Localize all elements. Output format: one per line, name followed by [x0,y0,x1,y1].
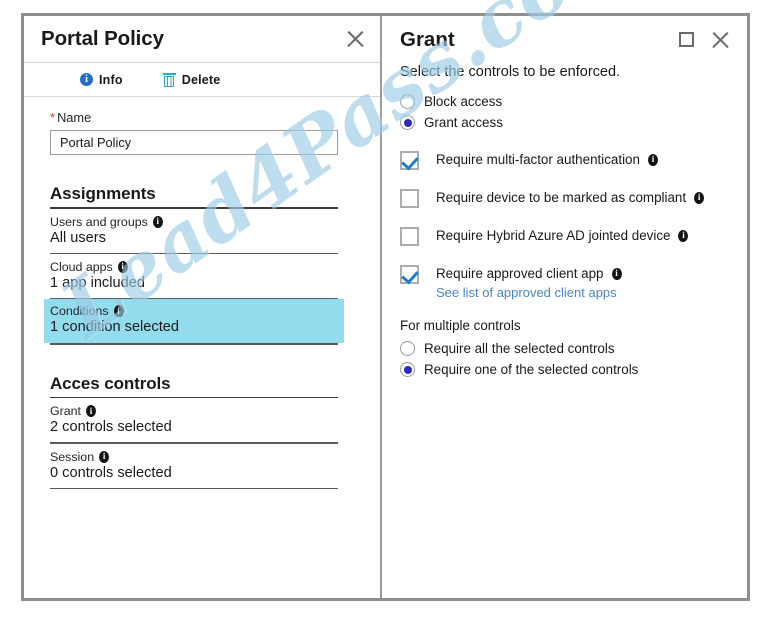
assignment-users-value: All users [50,229,106,246]
access-session-value: 0 controls selected [50,464,172,481]
checkbox-icon-hybrid-azure-ad [400,227,419,246]
delete-button[interactable]: Delete [162,72,221,87]
checkbox-icon-mfa [400,151,419,170]
grant-close-button[interactable] [705,25,735,55]
radio-icon-block-access [400,94,415,109]
grant-body: Select the controls to be enforced. Bloc… [382,64,747,377]
radio-block-access[interactable]: Block access [400,94,737,109]
assignment-row-users-and-groups[interactable]: Users and groups i All users [50,209,338,253]
access-control-row-grant[interactable]: Grant i 2 controls selected [50,398,338,442]
screenshot-root: Portal Policy i Info Delete * Name Porta… [0,0,762,617]
info-icon[interactable]: i [99,450,110,463]
assignment-cloudapps-label: Cloud apps [50,259,113,274]
approved-client-app-group: Require approved client app i See list o… [436,264,622,300]
row-divider [50,487,338,490]
assignment-conditions-label: Conditions [50,304,109,319]
multiple-controls-label: For multiple controls [400,318,521,333]
radio-grant-access[interactable]: Grant access [400,115,737,130]
grant-title-bar: Grant [382,16,747,63]
grant-subtitle: Select the controls to be enforced. [400,64,621,80]
checkbox-row-compliant-device[interactable]: Require device to be marked as compliant… [400,188,737,208]
info-icon[interactable]: i [694,191,705,204]
assignment-conditions-value: 1 condition selected [50,319,179,336]
checkbox-row-approved-client-app[interactable]: Require approved client app i See list o… [400,264,737,300]
checkbox-label-mfa-wrap: Require multi-factor authentication i [436,150,658,169]
access-grant-value: 2 controls selected [50,419,172,436]
assignment-conditions-label-wrap: Conditions i [50,304,344,318]
row-divider [50,343,338,345]
approved-client-apps-link[interactable]: See list of approved client apps [436,285,622,300]
assignment-users-label: Users and groups [50,214,148,229]
grant-title: Grant [400,27,455,51]
name-field-label: * Name [50,110,368,125]
checkbox-label-approved-wrap: Require approved client app i [436,264,622,283]
command-bar: i Info Delete [24,63,380,97]
info-icon[interactable]: i [113,305,124,318]
assignment-row-conditions[interactable]: Conditions i 1 condition selected [44,299,344,344]
access-control-row-session[interactable]: Session i 0 controls selected [50,444,338,488]
access-grant-label: Grant [50,404,81,419]
portal-policy-blade: Portal Policy i Info Delete * Name Porta… [24,16,382,598]
required-asterisk: * [50,110,56,125]
info-button[interactable]: i Info [80,73,123,87]
assignment-cloudapps-value: 1 app included [50,274,145,291]
assignment-cloudapps-label-wrap: Cloud apps i [50,260,338,274]
checkbox-icon-approved-client-app [400,265,419,284]
info-icon[interactable]: i [117,260,128,273]
checkbox-label-mfa: Require multi-factor authentication [436,152,640,167]
info-icon[interactable]: i [152,215,163,228]
info-icon[interactable]: i [647,153,658,166]
radio-require-all[interactable]: Require all the selected controls [400,341,737,356]
portal-policy-title-bar: Portal Policy [24,16,380,63]
radio-icon-require-one [400,362,415,377]
name-input[interactable] [50,130,338,155]
info-icon[interactable]: i [611,267,622,280]
maximize-square-icon [678,32,694,47]
radio-label-grant-access: Grant access [424,115,503,130]
radio-icon-require-all [400,341,415,356]
radio-icon-grant-access [400,115,415,130]
checkbox-row-hybrid-azure-ad[interactable]: Require Hybrid Azure AD jointed device i [400,226,737,246]
grant-blade: Grant Select the controls to be enforced… [382,16,747,598]
delete-button-label: Delete [181,72,221,87]
checkbox-label-compliant-device: Require device to be marked as compliant [436,190,687,205]
info-button-label: Info [99,72,123,87]
radio-require-one[interactable]: Require one of the selected controls [400,362,737,377]
name-label-text: Name [57,110,92,125]
assignment-users-label-wrap: Users and groups i [50,215,338,229]
checkbox-label-compliant-wrap: Require device to be marked as compliant… [436,188,705,207]
trash-icon [162,72,176,87]
info-icon[interactable]: i [678,229,689,242]
access-session-label: Session [50,449,95,464]
info-circle-icon: i [80,73,93,86]
close-icon [345,29,365,49]
controls-checklist: Require multi-factor authentication i Re… [400,150,737,300]
access-grant-label-wrap: Grant i [50,404,338,418]
radio-label-block-access: Block access [424,94,503,109]
page-title: Portal Policy [41,27,164,50]
access-controls-heading: Acces controls [50,373,171,393]
checkbox-label-hybrid-azure-ad: Require Hybrid Azure AD jointed device [436,228,671,243]
maximize-button[interactable] [671,25,701,55]
close-icon [710,30,730,50]
checkbox-label-approved-client-app: Require approved client app [436,266,604,281]
policy-window: Portal Policy i Info Delete * Name Porta… [21,13,750,601]
radio-label-require-all: Require all the selected controls [424,341,615,356]
assignment-row-cloud-apps[interactable]: Cloud apps i 1 app included [50,254,338,298]
checkbox-row-mfa[interactable]: Require multi-factor authentication i [400,150,737,170]
close-button[interactable] [340,24,370,54]
checkbox-label-hybrid-wrap: Require Hybrid Azure AD jointed device i [436,226,689,245]
access-session-label-wrap: Session i [50,450,338,464]
info-icon[interactable]: i [86,405,96,418]
portal-policy-body: *Name Assignments Users and groups i All… [24,97,380,490]
assignments-heading: Assignments [50,184,156,203]
checkbox-icon-compliant-device [400,189,419,208]
radio-label-require-one: Require one of the selected controls [424,362,639,377]
